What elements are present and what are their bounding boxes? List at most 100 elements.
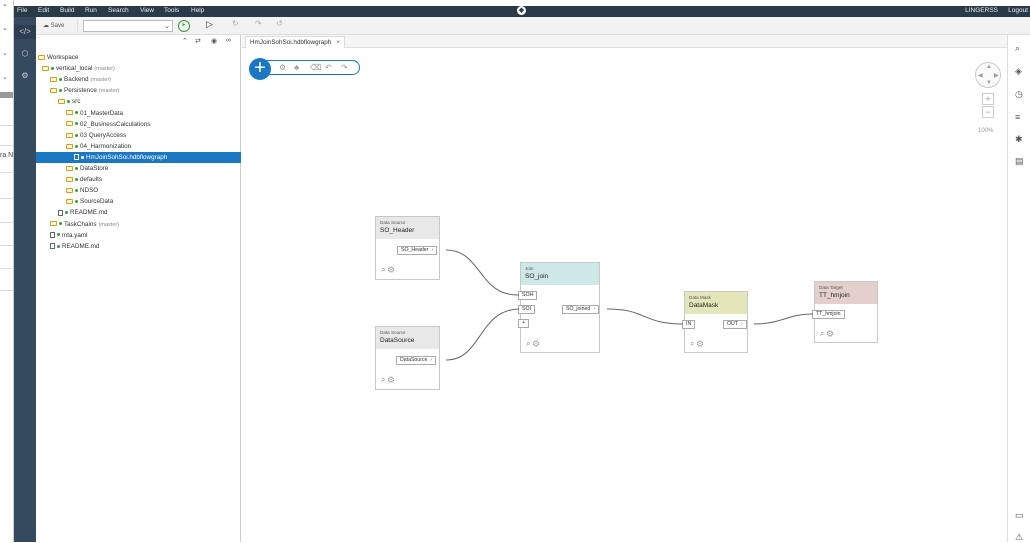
zoom-out-button[interactable]: −: [982, 106, 994, 118]
menu-view[interactable]: View: [140, 7, 154, 14]
output-port[interactable]: DataSource ›: [396, 356, 437, 365]
settings-icon[interactable]: ⚙: [14, 69, 36, 83]
preview-icon[interactable]: ⌕: [690, 339, 694, 348]
chevron-icon[interactable]: ⌄: [2, 24, 10, 32]
flowgraph-canvas[interactable]: ⚙ ♣ ⌫ ↶ ↷ + ▲ ▼ ◀ ▶ + − 100% Data Source…: [242, 48, 1007, 542]
sync-icon[interactable]: ⇄: [195, 37, 201, 45]
input-port-soh[interactable]: SOH: [518, 291, 538, 300]
menu-build[interactable]: Build: [60, 7, 74, 14]
menu-run[interactable]: Run: [85, 7, 97, 14]
tree-item[interactable]: 01_MasterData: [36, 108, 241, 119]
preview-icon[interactable]: ⌕: [381, 375, 385, 384]
output-port[interactable]: SO_joined ›: [562, 305, 599, 314]
tree-item[interactable]: src: [36, 96, 241, 107]
debug-icon[interactable]: ↻: [232, 19, 239, 28]
link-icon[interactable]: ∞: [226, 37, 231, 44]
hierarchy-icon[interactable]: ♣: [294, 63, 299, 72]
settings-icon[interactable]: ⚙: [827, 329, 833, 338]
zoom-in-button[interactable]: +: [982, 93, 994, 105]
preview-icon[interactable]: ⌕: [381, 265, 385, 274]
debug-icon[interactable]: ✱: [1015, 134, 1023, 145]
tree-item[interactable]: Persistence (master): [36, 85, 241, 96]
redo-icon[interactable]: ↷: [341, 63, 348, 72]
chevron-icon[interactable]: ⌄: [2, 73, 10, 81]
run-button[interactable]: ▷: [206, 19, 213, 30]
run-configuration-select[interactable]: ⌄: [83, 20, 173, 32]
tree-item[interactable]: mta.yaml: [36, 230, 241, 241]
tree-item[interactable]: README.md: [36, 207, 241, 218]
settings-icon[interactable]: ⚙: [697, 339, 703, 348]
tree-item[interactable]: README.md: [36, 241, 241, 252]
file-icon: [50, 231, 55, 238]
tree-item[interactable]: vertical_local (master): [36, 63, 241, 74]
tree-item[interactable]: 04_Harmonization: [36, 141, 241, 152]
tab-hmjoinsohsoi[interactable]: HmJoinSohSoi.hdbflowgraph ×: [245, 36, 345, 48]
settings-icon[interactable]: ⚙: [533, 339, 539, 348]
add-node-button[interactable]: +: [249, 58, 271, 80]
tree-item[interactable]: 02_BusinessCalculations: [36, 119, 241, 130]
scroll-marker: [0, 92, 13, 98]
navigation-pad[interactable]: ▲ ▼ ◀ ▶: [975, 62, 1001, 88]
clipboard-icon[interactable]: ▤: [1015, 156, 1024, 167]
tree-item[interactable]: HmJoinSohSoi.hdbflowgraph: [36, 151, 241, 163]
arrow-down-icon[interactable]: ▼: [986, 80, 992, 86]
git-status-dot: [59, 222, 62, 226]
tree-item[interactable]: defaults: [36, 174, 241, 185]
arrow-up-icon[interactable]: ▲: [986, 64, 992, 70]
close-icon[interactable]: ×: [336, 39, 340, 46]
history-icon[interactable]: ◷: [1015, 89, 1023, 100]
step-icon[interactable]: ↷: [255, 19, 262, 28]
menu-file[interactable]: File: [17, 7, 27, 14]
outline-icon[interactable]: ≡: [1015, 112, 1020, 122]
node-data-target[interactable]: Data Target TT_hmjoin TT_hmjoin ⌕ ⚙: [812, 281, 878, 343]
delete-icon[interactable]: ⌫: [310, 63, 321, 72]
git-icon[interactable]: ◈: [1015, 66, 1022, 77]
tree-item[interactable]: SourceData: [36, 196, 241, 207]
output-port[interactable]: SO_Header ›: [397, 246, 438, 255]
input-port[interactable]: IN: [682, 320, 696, 329]
node-datasource[interactable]: Data Source DataSource DataSource › ⌕ ⚙: [375, 326, 440, 390]
tree-item[interactable]: Backend (master): [36, 74, 241, 85]
run-configuration-icon[interactable]: ▸: [178, 20, 190, 32]
git-status-dot: [75, 133, 78, 137]
warning-icon[interactable]: ⚠: [1015, 532, 1023, 543]
chevron-icon[interactable]: ⌄: [2, 0, 10, 8]
preview-icon[interactable]: ⌕: [820, 329, 824, 338]
node-datamask[interactable]: Data Mask DataMask IN OUT › ⌕ ⚙: [682, 291, 748, 353]
menu-search[interactable]: Search: [108, 7, 129, 14]
menu-help[interactable]: Help: [191, 7, 204, 14]
show-hidden-icon[interactable]: ◉: [211, 37, 217, 45]
menu-tools[interactable]: Tools: [164, 7, 179, 14]
database-explorer-icon[interactable]: ⬡: [14, 47, 36, 61]
node-join[interactable]: Join SO_join SOH SOI SO_joined › + ⌕ ⚙: [518, 262, 600, 353]
output-port[interactable]: OUT ›: [723, 320, 747, 329]
input-port[interactable]: TT_hmjoin: [812, 310, 845, 319]
undo-icon[interactable]: ↶: [325, 63, 332, 72]
search-icon[interactable]: ⌕: [1015, 43, 1020, 54]
collapse-icon[interactable]: ⌃: [182, 37, 188, 45]
tree-item[interactable]: TaskChains (master): [36, 219, 241, 230]
step-over-icon[interactable]: ↺: [276, 19, 283, 28]
node-so-header[interactable]: Data Source SO_Header SO_Header › ⌕ ⚙: [375, 216, 440, 280]
settings-icon[interactable]: ⚙: [279, 63, 286, 72]
arrow-left-icon[interactable]: ◀: [978, 72, 983, 79]
folder-icon: [50, 221, 57, 227]
tree-item[interactable]: Workspace: [36, 52, 241, 63]
arrow-right-icon[interactable]: ▶: [994, 72, 999, 79]
folder-icon: [50, 88, 57, 94]
user-name[interactable]: LINGERSS: [965, 7, 998, 14]
menu-edit[interactable]: Edit: [38, 7, 49, 14]
settings-icon[interactable]: ⚙: [388, 375, 394, 384]
chevron-icon[interactable]: ⌄: [2, 49, 10, 57]
save-button[interactable]: ☁ Save: [40, 20, 78, 32]
settings-icon[interactable]: ⚙: [388, 265, 394, 274]
console-icon[interactable]: ▭: [1015, 510, 1024, 521]
preview-icon[interactable]: ⌕: [526, 339, 530, 348]
code-editor-icon[interactable]: </>: [14, 25, 36, 39]
tree-item[interactable]: DataStore: [36, 163, 241, 174]
add-input-button[interactable]: +: [518, 319, 530, 328]
logout-link[interactable]: Logout: [1008, 7, 1028, 14]
tree-item[interactable]: NDSO: [36, 185, 241, 196]
input-port-soi[interactable]: SOI: [518, 305, 535, 314]
tree-item[interactable]: 03 QueryAccess: [36, 130, 241, 141]
